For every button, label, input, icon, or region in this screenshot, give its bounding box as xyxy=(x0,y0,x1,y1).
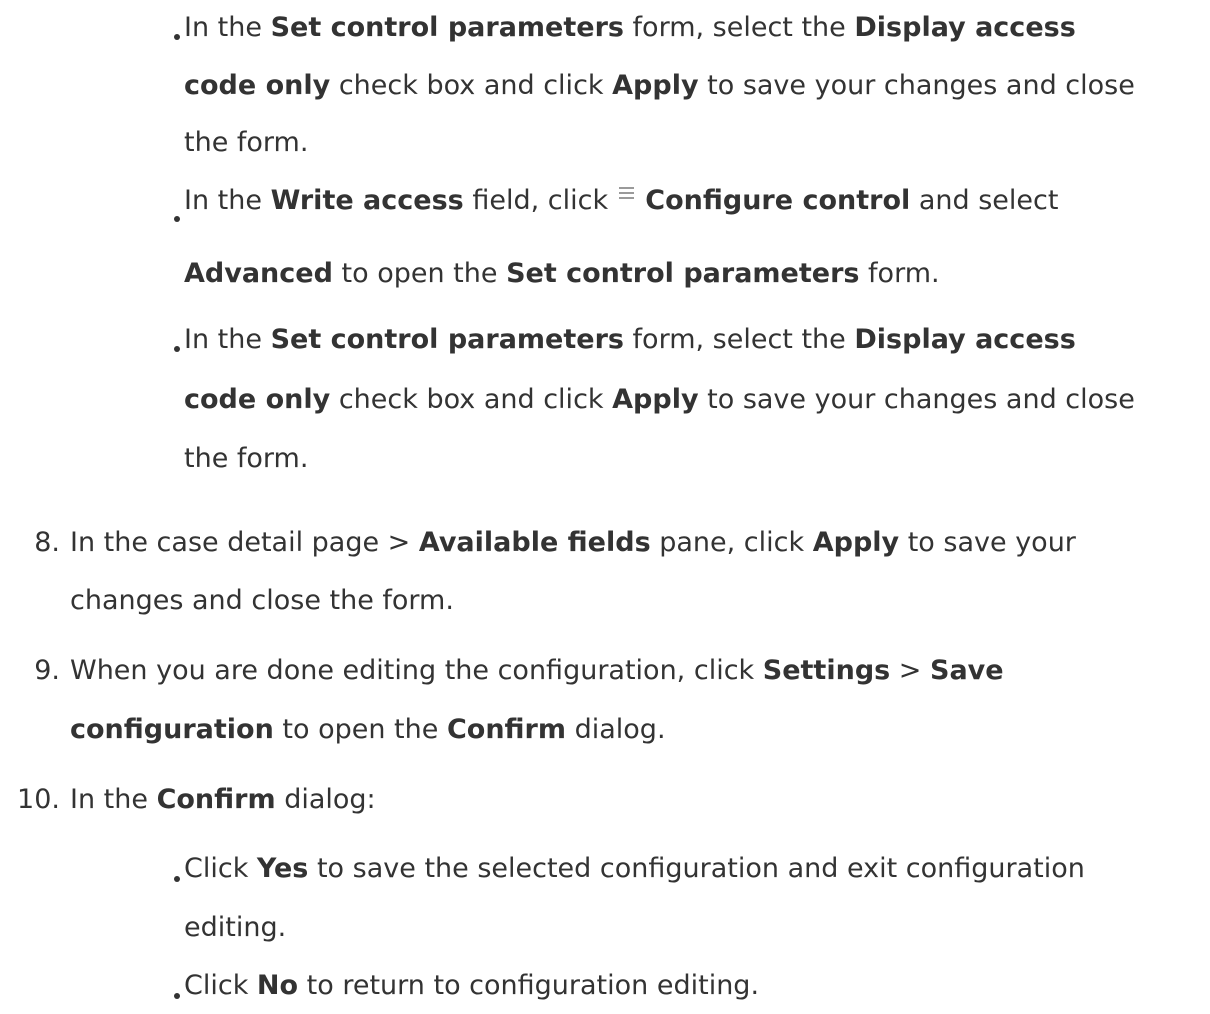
ui-term: Set control parameters xyxy=(270,324,624,355)
ui-term: Set control parameters xyxy=(270,12,624,43)
step-number: 8. xyxy=(34,527,60,558)
bullet-icon xyxy=(174,993,180,999)
text-segment: to save your xyxy=(899,527,1076,558)
bullet-icon xyxy=(174,876,180,882)
text-segment: field, click xyxy=(463,185,617,216)
ui-term: Advanced xyxy=(184,258,333,289)
ui-term: Configure control xyxy=(645,185,911,216)
ui-term: Confirm xyxy=(446,714,567,745)
text-line: the form. xyxy=(184,443,308,475)
text-segment: check box and click xyxy=(330,70,613,101)
text-segment: Click xyxy=(184,853,257,884)
text-line: editing. xyxy=(184,912,286,944)
text-segment: form, select the xyxy=(623,324,855,355)
text-line: In the Write access field, click Configu… xyxy=(184,185,1058,217)
step-number: 10. xyxy=(17,784,60,815)
text-segment: In the xyxy=(184,185,271,216)
text-segment: Click xyxy=(184,970,257,1001)
text-line: configuration to open the Confirm dialog… xyxy=(70,714,666,746)
ui-term: code only xyxy=(184,384,331,415)
ui-term: Apply xyxy=(812,527,900,558)
ui-term: Apply xyxy=(612,70,699,101)
text-line: In the case detail page > Available fiel… xyxy=(70,527,1076,559)
text-segment: In the xyxy=(70,784,157,815)
text-segment: check box and click xyxy=(330,384,613,415)
text-segment: In the xyxy=(184,12,271,43)
text-segment: pane, click xyxy=(650,527,813,558)
text-segment: dialog. xyxy=(566,714,666,745)
ui-term: Set control parameters xyxy=(506,258,860,289)
text-segment: and select xyxy=(910,185,1059,216)
text-line: Advanced to open the Set control paramet… xyxy=(184,258,940,290)
step-number: 9. xyxy=(34,655,60,686)
text-segment: editing. xyxy=(184,912,287,943)
text-segment: form, select the xyxy=(623,12,855,43)
ui-term: Settings xyxy=(762,655,891,686)
bullet-icon xyxy=(174,216,180,222)
text-segment: form. xyxy=(859,258,940,289)
text-line: Click Yes to save the selected configura… xyxy=(184,853,1085,885)
bullet-icon xyxy=(174,34,180,40)
ui-term: Confirm xyxy=(156,784,276,815)
text-segment: to save your changes and close xyxy=(698,384,1135,415)
ui-term: Available fields xyxy=(418,527,651,558)
text-segment: In the case detail page > xyxy=(70,527,419,558)
text-segment: dialog: xyxy=(275,784,376,815)
text-line: changes and close the form. xyxy=(70,585,454,617)
text-segment: the form. xyxy=(184,443,309,474)
configure-control-icon xyxy=(618,187,634,199)
text-segment: the form. xyxy=(184,127,309,158)
text-segment: to return to configuration editing. xyxy=(298,970,760,1001)
text-line: When you are done editing the configurat… xyxy=(70,655,1004,687)
text-segment: > xyxy=(890,655,931,686)
text-line: the form. xyxy=(184,127,308,159)
text-segment: In the xyxy=(184,324,271,355)
text-line: In the Confirm dialog: xyxy=(70,784,376,816)
ui-term: No xyxy=(256,970,299,1001)
text-line: code only check box and click Apply to s… xyxy=(184,70,1135,102)
bullet-icon xyxy=(174,346,180,352)
ui-term: Display access xyxy=(854,12,1076,43)
text-segment: to save your changes and close xyxy=(698,70,1135,101)
text-segment: to save the selected configuration and e… xyxy=(308,853,1085,884)
text-line: In the Set control parameters form, sele… xyxy=(184,12,1076,44)
text-segment: When you are done editing the configurat… xyxy=(70,655,763,686)
text-segment: to open the xyxy=(332,258,507,289)
ui-term: Save xyxy=(930,655,1004,686)
ui-term: Write access xyxy=(270,185,464,216)
ui-term: configuration xyxy=(70,714,274,745)
ui-term: code only xyxy=(184,70,331,101)
ui-term: Apply xyxy=(612,384,699,415)
text-segment: changes and close the form. xyxy=(70,585,454,616)
ui-term: Yes xyxy=(256,853,309,884)
text-segment xyxy=(637,185,646,216)
text-line: Click No to return to configuration edit… xyxy=(184,970,759,1002)
text-line: code only check box and click Apply to s… xyxy=(184,384,1135,416)
ui-term: Display access xyxy=(854,324,1076,355)
text-line: In the Set control parameters form, sele… xyxy=(184,324,1076,356)
text-segment: to open the xyxy=(273,714,447,745)
